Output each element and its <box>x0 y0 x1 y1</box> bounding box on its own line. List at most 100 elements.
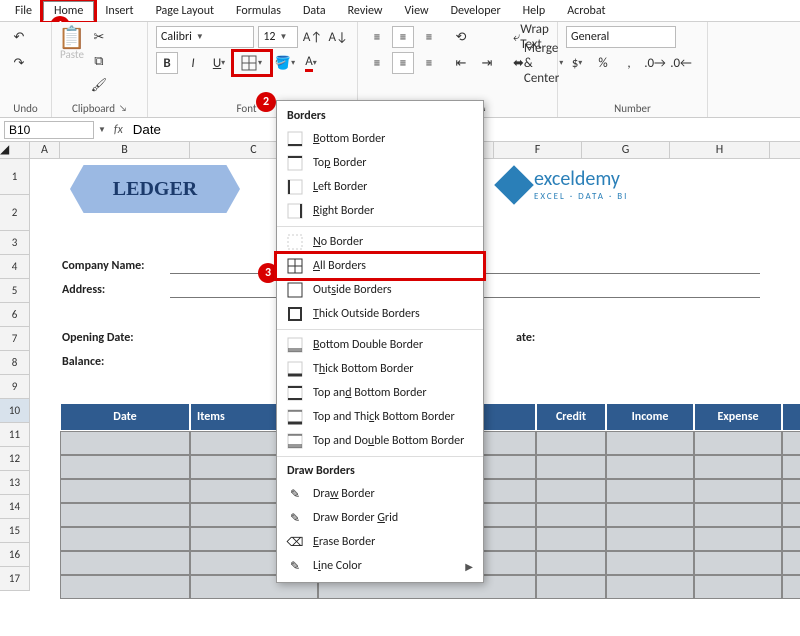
chevron-down-icon[interactable]: ▼ <box>98 125 106 135</box>
row-header[interactable]: 2 <box>0 195 30 231</box>
cut-icon[interactable]: ✂ <box>88 26 110 48</box>
menu-draw-border[interactable]: ✎Draw Border <box>277 482 483 506</box>
row-header[interactable]: 6 <box>0 303 30 327</box>
menu-help[interactable]: Help <box>512 1 557 21</box>
row-header[interactable]: 11 <box>0 423 30 447</box>
group-undo-label: Undo <box>8 100 43 115</box>
menu-top-and-bottom-border[interactable]: Top and Bottom Border <box>277 381 483 405</box>
menu-draw-border-grid[interactable]: ✎Draw Border Grid <box>277 506 483 530</box>
row-header[interactable]: 9 <box>0 375 30 399</box>
th-balance: Balance <box>782 403 800 431</box>
row-header[interactable]: 16 <box>0 543 30 567</box>
bottom-double-icon <box>287 337 303 353</box>
row-header[interactable]: 4 <box>0 255 30 279</box>
name-box[interactable] <box>4 121 94 139</box>
col-header[interactable]: B <box>60 142 190 158</box>
row-header[interactable]: 7 <box>0 327 30 351</box>
row-header[interactable]: 17 <box>0 567 30 591</box>
decrease-indent-icon[interactable]: ⇤ <box>450 52 472 74</box>
italic-button[interactable]: I <box>182 52 204 74</box>
row-header[interactable]: 8 <box>0 351 30 375</box>
th-expense: Expense <box>694 403 782 431</box>
number-format-dropdown[interactable]: General <box>566 26 676 48</box>
bold-button[interactable]: B <box>156 52 178 74</box>
line-color-icon: ✎ <box>287 558 303 574</box>
col-header[interactable]: G <box>582 142 670 158</box>
menu-no-border[interactable]: No Border <box>277 230 483 254</box>
align-center-icon[interactable]: ≡ <box>392 52 414 74</box>
font-color-button[interactable]: A▾ <box>300 52 322 74</box>
row-header[interactable]: 13 <box>0 471 30 495</box>
menu-top-and-thick-bottom-border[interactable]: Top and Thick Bottom Border <box>277 405 483 429</box>
col-header[interactable]: F <box>494 142 582 158</box>
format-painter-icon[interactable]: 🖌 <box>88 74 110 96</box>
menu-page-layout[interactable]: Page Layout <box>145 1 225 21</box>
menu-thick-bottom-border[interactable]: Thick Bottom Border <box>277 357 483 381</box>
align-middle-icon[interactable]: ≡ <box>392 26 414 48</box>
brand-subtext: EXCEL · DATA · BI <box>534 191 628 202</box>
underline-button[interactable]: U ▾ <box>208 52 230 74</box>
align-right-icon[interactable]: ≡ <box>418 52 440 74</box>
th-income: Income <box>606 403 694 431</box>
row-header[interactable]: 10 <box>0 399 30 423</box>
menu-review[interactable]: Review <box>337 1 394 21</box>
increase-font-icon[interactable]: A↑ <box>302 26 324 48</box>
menu-all-borders[interactable]: All Borders <box>277 254 483 278</box>
menu-file[interactable]: File <box>4 1 43 21</box>
menu-left-border[interactable]: Left Border <box>277 175 483 199</box>
menu-right-border[interactable]: Right Border <box>277 199 483 223</box>
copy-icon[interactable]: ⧉ <box>88 50 110 72</box>
menu-developer[interactable]: Developer <box>440 1 512 21</box>
align-left-icon[interactable]: ≡ <box>366 52 388 74</box>
fill-color-button[interactable]: 🪣▾ <box>274 52 296 74</box>
menu-data[interactable]: Data <box>292 1 337 21</box>
comma-icon[interactable]: , <box>618 52 640 74</box>
menu-top-and-double-bottom-border[interactable]: Top and Double Bottom Border <box>277 429 483 453</box>
align-bottom-icon[interactable]: ≡ <box>418 26 440 48</box>
decrease-font-icon[interactable]: A↓ <box>327 26 349 48</box>
row-header[interactable]: 15 <box>0 519 30 543</box>
balance-label: Balance: <box>62 355 104 369</box>
undo-icon[interactable]: ↶ <box>8 26 30 48</box>
orientation-icon[interactable]: ⟲ <box>450 26 472 48</box>
menu-view[interactable]: View <box>394 1 440 21</box>
increase-decimal-icon[interactable]: .0→ <box>644 52 666 74</box>
font-size-dropdown[interactable]: 12▼ <box>258 26 297 48</box>
right-border-icon <box>287 203 303 219</box>
menu-line-color[interactable]: ✎Line Color▶ <box>277 554 483 578</box>
menu-bottom-border[interactable]: Bottom Border <box>277 127 483 151</box>
row-header[interactable]: 1 <box>0 159 30 195</box>
row-header[interactable]: 3 <box>0 231 30 255</box>
increase-indent-icon[interactable]: ⇥ <box>476 52 498 74</box>
select-all-corner[interactable]: ◢ <box>0 142 30 158</box>
paste-label: Paste <box>60 48 84 61</box>
col-header[interactable]: H <box>670 142 770 158</box>
paste-icon[interactable]: 📋 <box>61 26 83 48</box>
percent-icon[interactable]: % <box>592 52 614 74</box>
menubar: File Home Insert Page Layout Formulas Da… <box>0 0 800 22</box>
decrease-decimal-icon[interactable]: .0← <box>670 52 692 74</box>
pencil-grid-icon: ✎ <box>287 510 303 526</box>
dialog-launcher-icon[interactable]: ↘ <box>119 103 127 114</box>
align-top-icon[interactable]: ≡ <box>366 26 388 48</box>
menu-home[interactable]: Home <box>43 1 94 21</box>
row-header[interactable]: 12 <box>0 447 30 471</box>
th-credit: Credit <box>536 403 606 431</box>
row-header[interactable]: 5 <box>0 279 30 303</box>
menu-insert[interactable]: Insert <box>94 1 144 21</box>
menu-top-border[interactable]: Top Border <box>277 151 483 175</box>
outside-borders-icon <box>287 282 303 298</box>
menu-bottom-double-border[interactable]: Bottom Double Border <box>277 333 483 357</box>
menu-formulas[interactable]: Formulas <box>225 1 292 21</box>
font-name-dropdown[interactable]: Calibri▼ <box>156 26 254 48</box>
menu-thick-outside-borders[interactable]: Thick Outside Borders <box>277 302 483 326</box>
menu-acrobat[interactable]: Acrobat <box>556 1 616 21</box>
fx-icon[interactable]: fx <box>106 123 131 137</box>
col-header[interactable]: A <box>30 142 60 158</box>
menu-erase-border[interactable]: ⌫Erase Border <box>277 530 483 554</box>
currency-icon[interactable]: $▾ <box>566 52 588 74</box>
menu-outside-borders[interactable]: Outside Borders <box>277 278 483 302</box>
redo-icon[interactable]: ↷ <box>8 52 30 74</box>
row-header[interactable]: 14 <box>0 495 30 519</box>
borders-button[interactable]: ▾ <box>234 52 270 74</box>
